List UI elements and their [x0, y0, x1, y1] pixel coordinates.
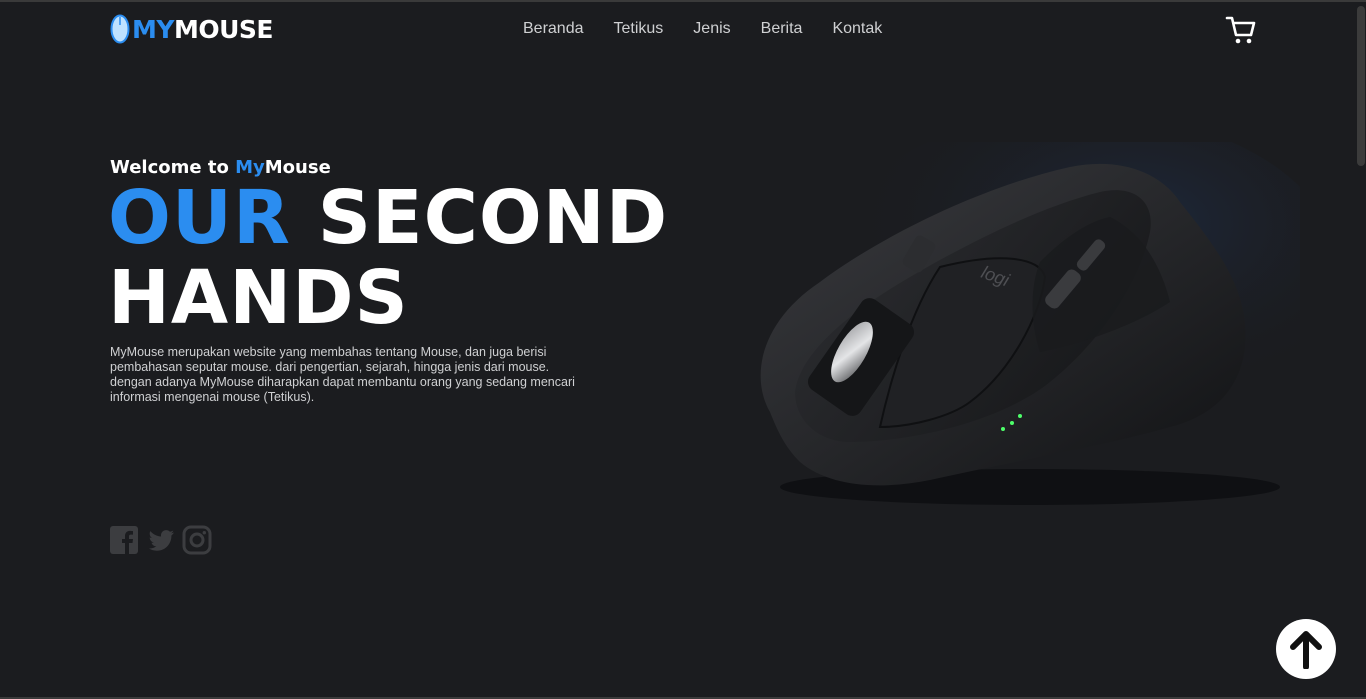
nav-tetikus[interactable]: Tetikus: [614, 20, 664, 38]
page: MYMOUSE Beranda Tetikus Jenis Berita Kon…: [0, 0, 1366, 699]
back-to-top-button[interactable]: [1276, 619, 1336, 679]
hero-description: MyMouse merupakan website yang membahas …: [110, 345, 575, 404]
headline-rest: SECOND: [290, 175, 669, 261]
twitter-icon[interactable]: [146, 525, 176, 555]
instagram-icon[interactable]: [182, 525, 212, 555]
nav-kontak[interactable]: Kontak: [832, 20, 882, 38]
scrollbar[interactable]: [1356, 2, 1366, 699]
facebook-icon[interactable]: [110, 525, 140, 555]
main-nav: Beranda Tetikus Jenis Berita Kontak: [523, 20, 912, 38]
mouse-logo-icon: [110, 14, 130, 44]
brand-my: MY: [132, 14, 174, 44]
brand-name: MYMOUSE: [132, 14, 274, 44]
nav-berita[interactable]: Berita: [761, 20, 803, 38]
cart-icon[interactable]: [1225, 14, 1257, 46]
logo[interactable]: MYMOUSE: [110, 12, 274, 46]
social-links: [110, 525, 212, 555]
scrollbar-thumb[interactable]: [1357, 6, 1365, 166]
nav-beranda[interactable]: Beranda: [523, 20, 584, 38]
hero-headline: OUR SECOND HANDS: [108, 178, 668, 338]
nav-jenis[interactable]: Jenis: [693, 20, 730, 38]
product-mouse-image: logi: [760, 142, 1300, 505]
brand-mouse: MOUSE: [173, 14, 274, 44]
headline-accent: OUR: [108, 175, 291, 261]
headline-line-2: HANDS: [108, 255, 409, 341]
arrow-up-icon: [1290, 631, 1322, 669]
